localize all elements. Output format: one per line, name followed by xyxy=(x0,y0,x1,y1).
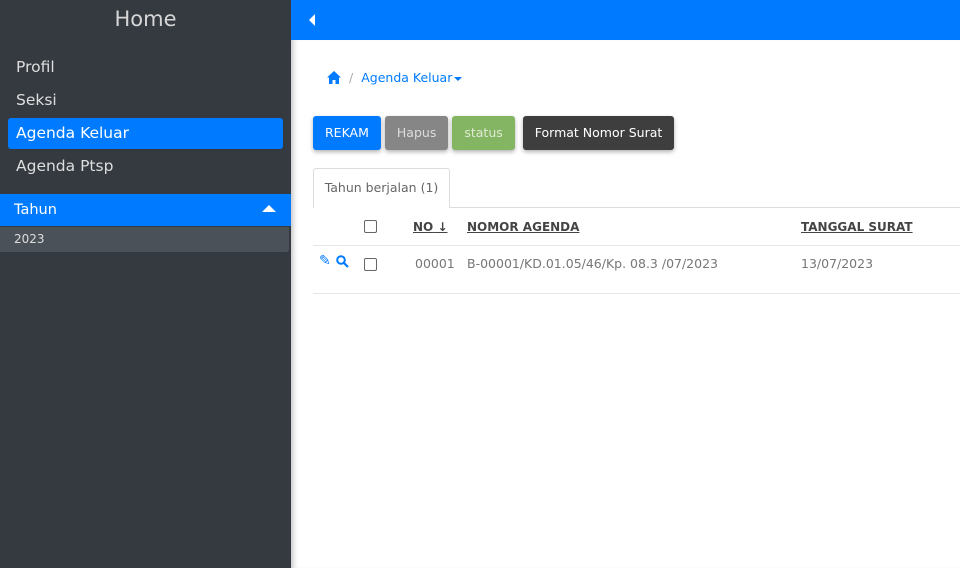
caret-up-icon xyxy=(262,205,276,212)
breadcrumb-agenda-keluar[interactable]: Agenda Keluar xyxy=(361,70,463,85)
header-nomor-agenda[interactable]: NOMOR AGENDA xyxy=(467,220,579,234)
top-bar xyxy=(291,0,960,40)
status-button[interactable]: status xyxy=(452,116,515,150)
main-content: / Agenda Keluar REKAM Hapus status Forma… xyxy=(291,40,960,568)
header-no[interactable]: NO ↓ xyxy=(413,220,448,234)
row-checkbox[interactable] xyxy=(364,258,377,271)
collapse-sidebar-icon[interactable] xyxy=(309,14,315,26)
home-icon[interactable] xyxy=(327,71,341,84)
search-icon[interactable] xyxy=(336,255,349,268)
hapus-button[interactable]: Hapus xyxy=(384,116,449,150)
tab-divider xyxy=(449,207,960,208)
rekam-button[interactable]: REKAM xyxy=(313,116,381,150)
tahun-label: Tahun xyxy=(14,202,57,218)
sidebar-item-seksi[interactable]: Seksi xyxy=(8,85,283,116)
sidebar-item-profil[interactable]: Profil xyxy=(8,52,283,83)
sidebar-item-agenda-ptsp[interactable]: Agenda Ptsp xyxy=(8,151,283,182)
breadcrumb-separator: / xyxy=(349,70,354,85)
select-all-checkbox[interactable] xyxy=(364,220,377,233)
year-item-2023[interactable]: 2023 xyxy=(0,227,289,252)
cell-nomor-agenda: B-00001/KD.01.05/46/Kp. 08.3 /07/2023 xyxy=(467,256,718,271)
breadcrumb: / Agenda Keluar xyxy=(327,70,463,85)
row-divider xyxy=(313,293,960,294)
breadcrumb-label: Agenda Keluar xyxy=(361,70,453,85)
cell-tanggal-surat: 13/07/2023 xyxy=(801,256,874,271)
tahun-group-header[interactable]: Tahun xyxy=(0,194,291,226)
sidebar: Home Profil Seksi Agenda Keluar Agenda P… xyxy=(0,0,291,568)
home-link[interactable]: Home xyxy=(0,0,291,40)
row-divider xyxy=(313,245,960,246)
format-nomor-surat-button[interactable]: Format Nomor Surat xyxy=(522,116,675,150)
header-no-label: NO xyxy=(413,220,434,234)
caret-down-icon xyxy=(454,76,463,81)
sidebar-item-agenda-keluar[interactable]: Agenda Keluar xyxy=(8,118,283,149)
tab-tahun-berjalan[interactable]: Tahun berjalan (1) xyxy=(313,168,450,208)
header-tanggal-surat[interactable]: TANGGAL SURAT xyxy=(801,220,913,234)
edit-icon[interactable]: ✎ xyxy=(319,253,331,269)
sort-down-icon: ↓ xyxy=(437,220,448,234)
cell-no: 00001 xyxy=(415,256,455,271)
